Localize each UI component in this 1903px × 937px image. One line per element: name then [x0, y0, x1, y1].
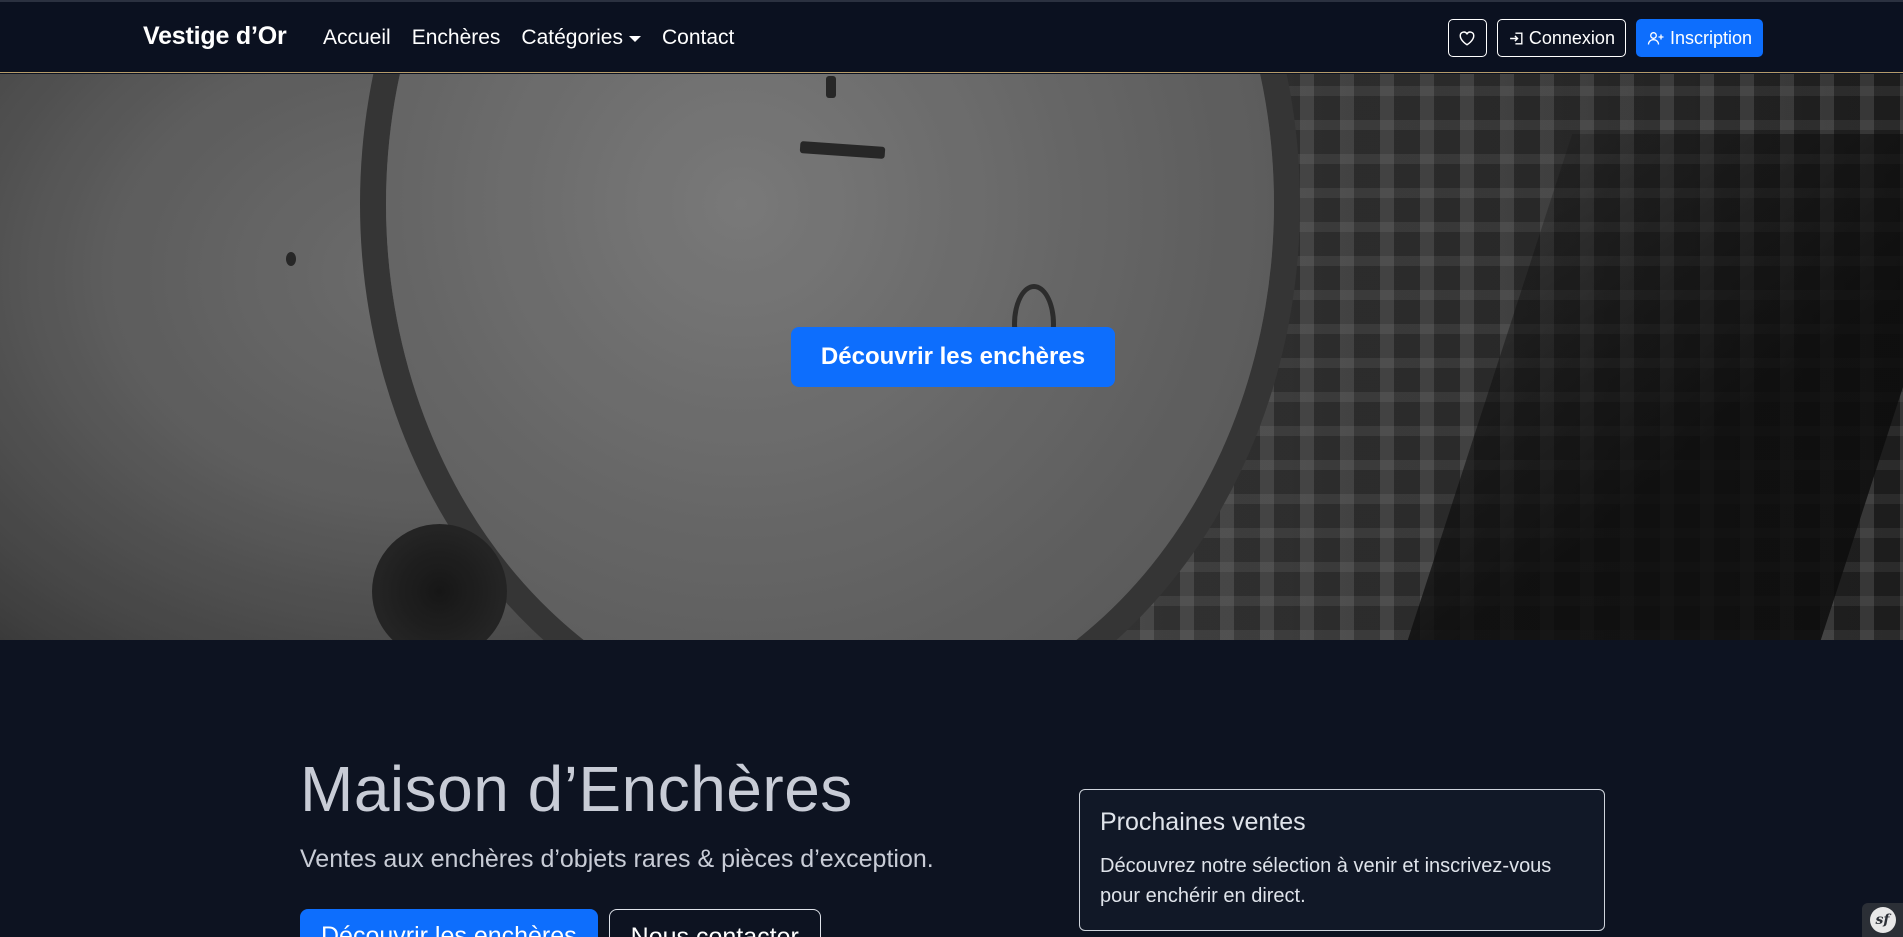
nav-actions: Connexion Inscription	[1447, 19, 1763, 57]
page-subtitle: Ventes aux enchères d’objets rares & piè…	[300, 845, 934, 873]
hero-banner: Découvrir les enchères	[0, 74, 1903, 640]
navbar: Vestige d’Or Accueil Enchères Catégories…	[0, 0, 1903, 73]
user-plus-icon	[1647, 31, 1664, 45]
debug-toolbar-toggle[interactable]: sf	[1862, 903, 1903, 937]
intro-section: Maison d’Enchères Ventes aux enchères d’…	[0, 640, 1903, 937]
brand-logo[interactable]: Vestige d’Or	[143, 22, 287, 51]
card-title: Prochaines ventes	[1100, 808, 1306, 836]
nav-link-contact[interactable]: Contact	[662, 26, 734, 50]
symfony-logo-icon: sf	[1869, 907, 1896, 933]
login-button[interactable]: Connexion	[1496, 19, 1626, 57]
discover-auctions-button[interactable]: Découvrir les enchères	[300, 909, 598, 937]
page-title: Maison d’Enchères	[300, 753, 853, 825]
intro-actions: Découvrir les enchères Nous contacter	[300, 909, 821, 937]
nav-dropdown-label: Catégories	[521, 26, 623, 49]
contact-us-button[interactable]: Nous contacter	[608, 909, 821, 937]
nav-links: Accueil Enchères Catégories Contact	[323, 26, 734, 50]
nav-dropdown-categories[interactable]: Catégories	[521, 26, 641, 50]
login-label: Connexion	[1528, 27, 1615, 48]
caret-down-icon	[628, 36, 641, 42]
nav-link-accueil[interactable]: Accueil	[323, 26, 391, 50]
signup-button[interactable]: Inscription	[1635, 19, 1763, 57]
sign-in-icon	[1510, 31, 1523, 45]
nav-link-encheres[interactable]: Enchères	[412, 26, 501, 50]
favorites-button[interactable]	[1447, 19, 1487, 57]
hero-discover-button[interactable]: Découvrir les enchères	[791, 327, 1115, 387]
card-text: Découvrez notre sélection à venir et ins…	[1100, 855, 1552, 907]
upcoming-sales-card: Prochaines ventes Découvrez notre sélect…	[1079, 789, 1605, 931]
signup-label: Inscription	[1669, 27, 1752, 48]
heart-icon	[1459, 31, 1475, 46]
